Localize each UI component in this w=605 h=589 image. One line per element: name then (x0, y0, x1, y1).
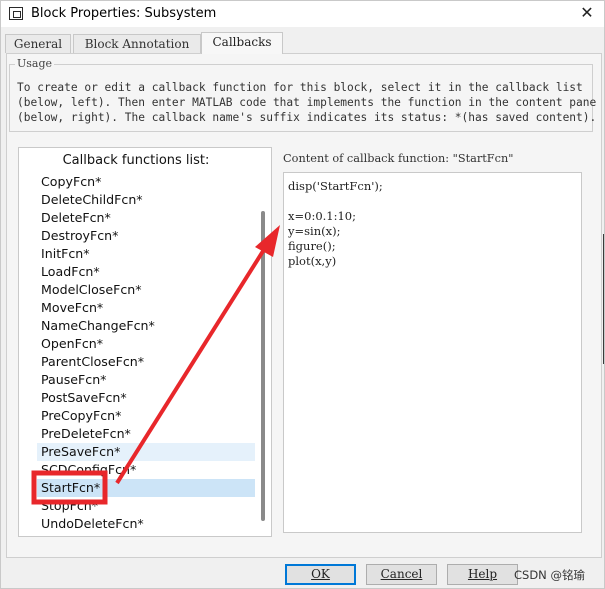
callback-item-stopfcn[interactable]: StopFcn* (37, 497, 255, 515)
block-properties-dialog: Block Properties: Subsystem ✕ General Bl… (0, 0, 605, 589)
help-button-label: Help (467, 567, 498, 581)
callback-item-pausefcn[interactable]: PauseFcn* (37, 371, 255, 389)
usage-line: To create or edit a callback function fo… (17, 81, 583, 94)
watermark: CSDN @铭瑜 (514, 568, 585, 582)
title-bar: Block Properties: Subsystem ✕ (1, 1, 604, 27)
window-title: Block Properties: Subsystem (31, 6, 217, 21)
block-icon (9, 7, 23, 20)
usage-legend: Usage (15, 57, 55, 70)
callback-item-predeletefcn[interactable]: PreDeleteFcn* (37, 425, 255, 443)
callback-item-startfcn[interactable]: StartFcn* (37, 479, 255, 497)
list-scrollbar[interactable] (261, 211, 265, 521)
callback-item-openfcn[interactable]: OpenFcn* (37, 335, 255, 353)
callback-list-items: CopyFcn* DeleteChildFcn* DeleteFcn* Dest… (37, 173, 255, 533)
tab-general[interactable]: General (5, 34, 71, 53)
callback-item-copyfcn[interactable]: CopyFcn* (37, 173, 255, 191)
callback-item-destroyfcn[interactable]: DestroyFcn* (37, 227, 255, 245)
cancel-button-label: Cancel (380, 567, 423, 581)
code-line: x=0:0.1:10; (288, 209, 356, 223)
callback-item-initfcn[interactable]: InitFcn* (37, 245, 255, 263)
callback-item-movefcn[interactable]: MoveFcn* (37, 299, 255, 317)
code-line: y=sin(x); (288, 224, 341, 238)
ok-button-label: OK (311, 567, 330, 581)
callback-item-undodeletefcn[interactable]: UndoDeleteFcn* (37, 515, 255, 533)
callback-item-postsavefcn[interactable]: PostSaveFcn* (37, 389, 255, 407)
help-button[interactable]: Help (447, 564, 518, 585)
callback-item-presavefcn[interactable]: PreSaveFcn* (37, 443, 255, 461)
code-line: figure(); (288, 239, 336, 253)
usage-line: (below, left). Then enter MATLAB code th… (17, 96, 597, 109)
code-line: plot(x,y) (288, 254, 337, 268)
usage-description: To create or edit a callback function fo… (17, 80, 597, 125)
close-icon[interactable]: ✕ (572, 1, 602, 25)
callback-item-modelclosefcn[interactable]: ModelCloseFcn* (37, 281, 255, 299)
code-line: disp('StartFcn'); (288, 179, 383, 193)
ok-button[interactable]: OK (285, 564, 356, 585)
cancel-button[interactable]: Cancel (366, 564, 437, 585)
callback-item-parentclosefcn[interactable]: ParentCloseFcn* (37, 353, 255, 371)
callback-item-loadfcn[interactable]: LoadFcn* (37, 263, 255, 281)
usage-line: (below, right). The callback name's suff… (17, 111, 597, 124)
callback-list-header: Callback functions list: (62, 153, 210, 168)
callback-item-namechangefcn[interactable]: NameChangeFcn* (37, 317, 255, 335)
callback-item-deletechildfcn[interactable]: DeleteChildFcn* (37, 191, 255, 209)
tab-callbacks[interactable]: Callbacks (201, 32, 283, 54)
callback-item-precopyfcn[interactable]: PreCopyFcn* (37, 407, 255, 425)
callback-item-deletefcn[interactable]: DeleteFcn* (37, 209, 255, 227)
callback-item-scdconfigfcn[interactable]: SCDConfigFcn* (37, 461, 255, 479)
content-label: Content of callback function: "StartFcn" (283, 152, 514, 165)
callback-code: disp('StartFcn'); x=0:0.1:10; y=sin(x); … (288, 179, 383, 269)
tab-block-annotation[interactable]: Block Annotation (73, 34, 201, 53)
